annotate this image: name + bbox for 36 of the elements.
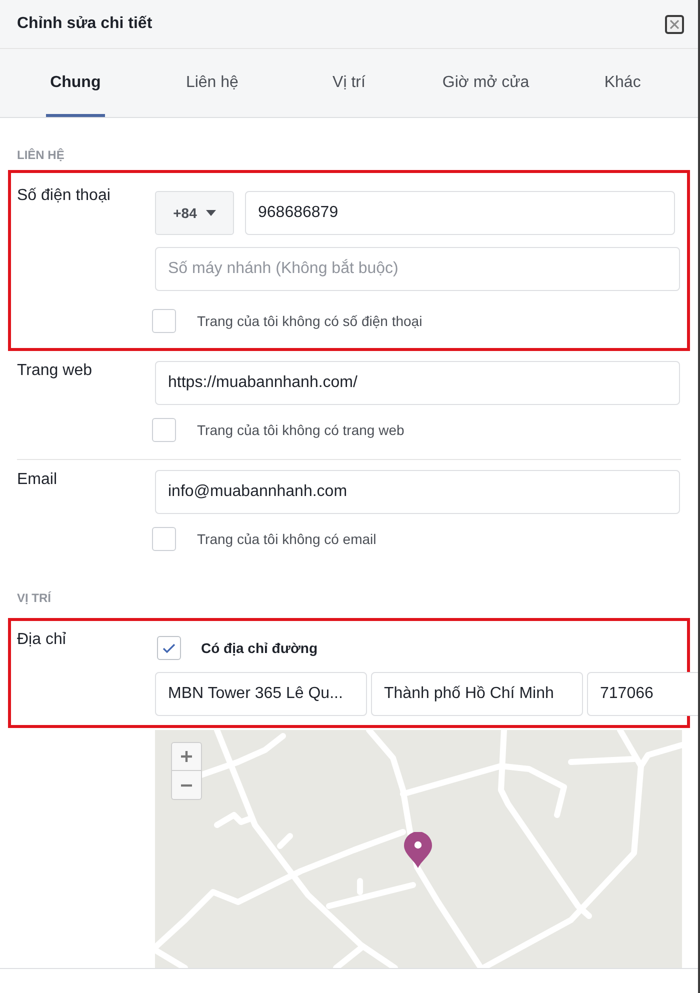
dialog-title: Chỉnh sửa chi tiết [17, 14, 152, 34]
checkbox[interactable] [152, 309, 176, 333]
checkbox[interactable] [152, 527, 176, 551]
checkbox-label: Trang của tôi không có email [197, 531, 376, 547]
close-icon [670, 20, 679, 28]
phone-field[interactable]: 968686879 [245, 191, 675, 235]
field-label: Địa chỉ [17, 630, 67, 650]
city-field[interactable]: Thành phố Hồ Chí Minh [371, 672, 583, 716]
country-code-dropdown[interactable]: +84 [155, 191, 234, 235]
checkbox-label: Trang của tôi không có số điện thoại [197, 313, 422, 329]
postal-code-field[interactable]: 717066 [587, 672, 698, 716]
caret-icon [206, 210, 216, 216]
plus-icon [181, 751, 192, 762]
tab[interactable]: Khác [600, 49, 645, 117]
checkbox[interactable] [152, 418, 176, 442]
minus-icon [181, 784, 192, 786]
checkbox-label: Có địa chỉ đường [201, 640, 318, 656]
map-pin-icon [404, 832, 432, 868]
tab[interactable]: Giờ mở cửa [438, 49, 534, 117]
field-label: Số điện thoại [17, 186, 112, 206]
zoom-in-button[interactable] [171, 742, 202, 771]
text-field[interactable]: https://muabannhanh.com/ [155, 361, 680, 405]
section-heading: LIÊN HỆ [17, 147, 66, 164]
section-heading: VỊ TRÍ [17, 590, 52, 607]
field-label: Trang web [17, 361, 93, 381]
checkbox-label: Trang của tôi không có trang web [197, 422, 404, 438]
tab[interactable]: Liên hệ [182, 49, 242, 117]
tab[interactable]: Vị trí [328, 49, 370, 117]
tab[interactable]: Chung [46, 49, 105, 117]
close-button[interactable] [665, 14, 684, 34]
field-label: Email [17, 470, 58, 490]
zoom-out-button[interactable] [171, 771, 202, 800]
checkbox[interactable] [157, 636, 181, 660]
text-field[interactable]: info@muabannhanh.com [155, 470, 680, 514]
street-field[interactable]: MBN Tower 365 Lê Qu... [155, 672, 367, 716]
check-icon [162, 642, 176, 654]
